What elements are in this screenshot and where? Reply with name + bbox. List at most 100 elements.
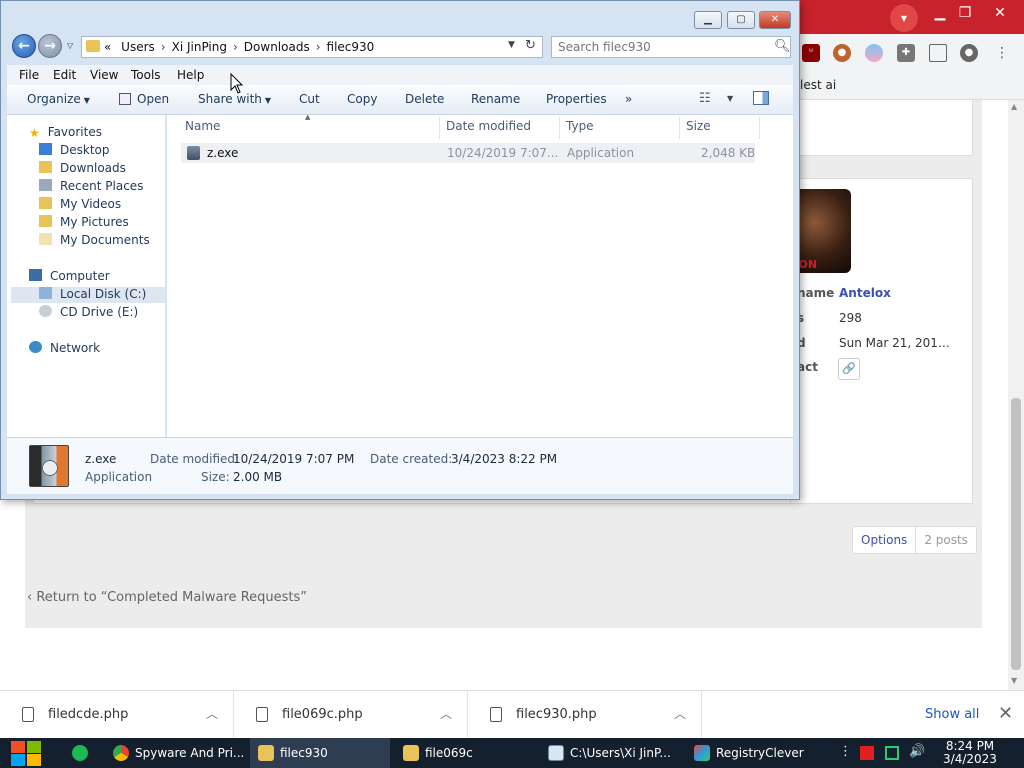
- ublock-icon[interactable]: ᵘ: [802, 44, 820, 62]
- column-divider[interactable]: [759, 117, 760, 139]
- contact-link-icon[interactable]: 🔗: [838, 358, 860, 380]
- taskbar-item-browser[interactable]: Spyware And Pri...: [105, 738, 245, 768]
- menu-tools[interactable]: Tools: [131, 68, 161, 82]
- network-icon: [29, 341, 42, 353]
- menu-help[interactable]: Help: [177, 68, 204, 82]
- breadcrumb-xi-jinping[interactable]: Xi JinPing: [172, 40, 227, 54]
- extension-avatar-icon[interactable]: ●: [833, 44, 851, 62]
- nav-recent-places[interactable]: Recent Places: [39, 179, 143, 193]
- chevron-up-icon[interactable]: ︿: [674, 705, 686, 722]
- forward-arrow-icon[interactable]: →: [38, 34, 62, 58]
- username-link[interactable]: Antelox: [839, 286, 891, 300]
- nav-label: My Documents: [60, 233, 150, 247]
- clock[interactable]: 8:24 PM 3/4/2023: [940, 740, 1000, 766]
- chevron-right-icon[interactable]: ›: [161, 40, 166, 54]
- search-icon[interactable]: 🔍︎: [774, 39, 791, 54]
- close-icon[interactable]: ✕: [759, 11, 791, 29]
- caret-down-icon[interactable]: ▼: [727, 94, 733, 103]
- options-button[interactable]: Options: [853, 527, 917, 553]
- chevron-right-icon[interactable]: ›: [316, 40, 321, 54]
- puzzle-icon[interactable]: ✚: [897, 44, 915, 62]
- cut-button[interactable]: Cut: [299, 92, 320, 106]
- chevron-down-icon[interactable]: ▾: [890, 4, 918, 32]
- chevron-down-icon[interactable]: ▼: [508, 40, 515, 50]
- breadcrumb-users[interactable]: Users: [121, 40, 155, 54]
- nav-network[interactable]: Network: [29, 341, 100, 355]
- download-item[interactable]: filedcde.php ︿: [0, 691, 234, 739]
- notepad-icon: [548, 745, 564, 761]
- nav-favorites[interactable]: ★ Favorites: [29, 125, 102, 140]
- scroll-down-icon[interactable]: ▼: [1011, 676, 1017, 685]
- rename-button[interactable]: Rename: [471, 92, 520, 106]
- column-divider[interactable]: [559, 117, 560, 139]
- nav-local-disk[interactable]: Local Disk (C:): [39, 287, 146, 301]
- nav-desktop[interactable]: Desktop: [39, 143, 110, 157]
- nav-label: Network: [50, 341, 101, 355]
- nav-computer[interactable]: Computer: [29, 269, 110, 283]
- breadcrumb-filec930[interactable]: filec930: [327, 40, 375, 54]
- more-commands-button[interactable]: »: [625, 92, 632, 106]
- return-link[interactable]: ‹ Return to “Completed Malware Requests”: [27, 590, 307, 605]
- search-input[interactable]: [558, 40, 758, 54]
- copy-button[interactable]: Copy: [347, 92, 377, 106]
- chevron-up-icon[interactable]: ︿: [206, 705, 218, 722]
- nav-label: Downloads: [60, 161, 126, 175]
- nav-my-pictures[interactable]: My Pictures: [39, 215, 129, 229]
- taskbar-item-filec930[interactable]: filec930: [250, 738, 390, 768]
- scroll-up-icon[interactable]: ▲: [1011, 102, 1017, 111]
- view-options-icon[interactable]: ☷: [699, 91, 711, 106]
- side-panel-icon[interactable]: [929, 44, 947, 62]
- nav-cd-drive[interactable]: CD Drive (E:): [39, 305, 138, 319]
- file-row[interactable]: z.exe 10/24/2019 7:07... Application 2,0…: [181, 143, 755, 163]
- properties-button[interactable]: Properties: [546, 92, 607, 106]
- delete-button[interactable]: Delete: [405, 92, 444, 106]
- page-scrollbar[interactable]: ▲ ▼: [1008, 100, 1024, 690]
- profile-icon[interactable]: ●: [960, 44, 978, 62]
- column-header-name[interactable]: Name: [185, 119, 220, 133]
- address-bar[interactable]: « Users › Xi JinPing › Downloads › filec930 ▼ …: [81, 36, 543, 58]
- menu-view[interactable]: View: [90, 68, 118, 82]
- recent-pages-icon[interactable]: ▽: [67, 41, 73, 50]
- column-divider[interactable]: [439, 117, 440, 139]
- nav-downloads[interactable]: Downloads: [39, 161, 126, 175]
- scroll-thumb[interactable]: [1011, 398, 1021, 670]
- bookmark-link[interactable]: lest ai: [800, 78, 836, 92]
- taskbar-item-registryclever[interactable]: RegistryClever: [686, 738, 826, 768]
- menu-edit[interactable]: Edit: [53, 68, 76, 82]
- organize-button[interactable]: Organize ▼: [27, 92, 90, 106]
- taskbar-item-file069c[interactable]: file069c: [395, 738, 535, 768]
- close-icon[interactable]: ✕: [985, 2, 1015, 24]
- open-button[interactable]: Open: [119, 92, 169, 106]
- more-menu-icon[interactable]: ⋮: [993, 44, 1011, 62]
- column-header-type[interactable]: Type: [566, 119, 594, 133]
- column-header-size[interactable]: Size: [686, 119, 711, 133]
- breadcrumb-downloads[interactable]: Downloads: [244, 40, 310, 54]
- back-arrow-icon[interactable]: ←: [12, 34, 36, 58]
- spotify-taskbar-item[interactable]: [64, 738, 100, 768]
- restore-icon[interactable]: ❐: [950, 2, 980, 24]
- chevron-up-icon[interactable]: ︿: [440, 705, 452, 722]
- menu-file[interactable]: File: [19, 68, 39, 82]
- nav-my-videos[interactable]: My Videos: [39, 197, 121, 211]
- maximize-icon[interactable]: ▢: [727, 11, 755, 29]
- network-icon[interactable]: [885, 746, 899, 760]
- minimize-icon[interactable]: ▁: [694, 11, 722, 29]
- taskbar-item-notepad[interactable]: C:\Users\Xi JinP...: [540, 738, 682, 768]
- column-divider[interactable]: [679, 117, 680, 139]
- more-menu-icon[interactable]: ⋮: [839, 744, 853, 759]
- windows-logo-icon: [11, 754, 25, 766]
- download-item[interactable]: file069c.php ︿: [234, 691, 468, 739]
- flag-icon[interactable]: [860, 746, 874, 760]
- extension-flag-icon[interactable]: [865, 44, 883, 62]
- close-icon[interactable]: ✕: [998, 703, 1013, 724]
- start-button[interactable]: [8, 738, 44, 768]
- download-item[interactable]: filec930.php ︿: [468, 691, 702, 739]
- nav-my-documents[interactable]: My Documents: [39, 233, 150, 247]
- refresh-icon[interactable]: ↻: [525, 38, 536, 53]
- chevron-right-icon[interactable]: ›: [233, 40, 238, 54]
- show-all-link[interactable]: Show all: [925, 707, 979, 722]
- breadcrumb-overflow[interactable]: «: [104, 40, 111, 54]
- preview-pane-icon[interactable]: [753, 91, 769, 105]
- column-header-date-modified[interactable]: Date modified: [446, 119, 531, 133]
- volume-icon[interactable]: 🔊: [909, 744, 925, 759]
